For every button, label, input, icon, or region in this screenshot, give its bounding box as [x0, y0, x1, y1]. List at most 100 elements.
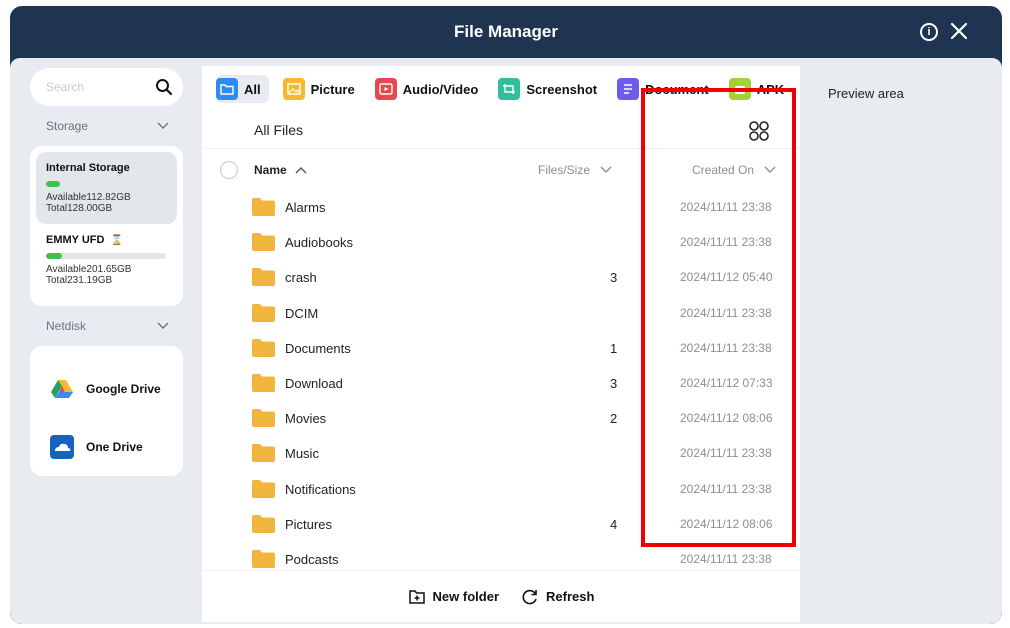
storage-item-usb[interactable]: EMMY UFD ⌛ Available201.65GB Total231.19G…	[36, 224, 177, 296]
folder-icon	[252, 233, 275, 252]
netdisk-item-google-drive[interactable]: Google Drive	[50, 360, 183, 418]
storage-usage-bar	[46, 253, 166, 259]
file-row[interactable]: Podcasts 2024/11/11 23:38	[202, 542, 800, 570]
file-row[interactable]: Audiobooks 2024/11/11 23:38	[202, 225, 800, 260]
chevron-down-icon	[157, 322, 169, 329]
folder-icon	[252, 479, 275, 498]
file-row[interactable]: crash 3 2024/11/12 05:40	[202, 260, 800, 295]
refresh-icon	[522, 589, 537, 604]
tab-audio-video[interactable]: Audio/Video	[374, 75, 485, 103]
file-row[interactable]: Pictures 4 2024/11/12 08:06	[202, 507, 800, 542]
grid-view-icon[interactable]	[748, 120, 770, 142]
storage-total: Total128.00GB	[46, 203, 113, 214]
storage-name: EMMY UFD ⌛	[46, 234, 123, 246]
folder-tab-icon	[216, 78, 238, 100]
file-name: Movies	[285, 411, 327, 427]
file-manager-window: File Manager i Storage Internal Storage	[10, 6, 1002, 624]
path-bar: All Files	[202, 112, 800, 148]
folder-icon	[252, 549, 275, 568]
netdisk-label: Google Drive	[86, 382, 161, 396]
file-count: 3	[610, 270, 618, 286]
file-name: Notifications	[285, 481, 356, 497]
screenshot-icon	[498, 78, 521, 100]
storage-usage-fill	[46, 253, 62, 259]
tab-picture[interactable]: Picture	[282, 75, 361, 103]
netdisk-section-label: Netdisk	[46, 319, 87, 333]
storage-available: Available201.65GB	[46, 264, 132, 275]
netdisk-item-one-drive[interactable]: One Drive	[50, 418, 183, 476]
tab-apk[interactable]: APK	[728, 75, 790, 103]
sort-by-size[interactable]: Files/Size	[538, 163, 612, 177]
file-name: Audiobooks	[285, 235, 353, 251]
netdisk-list: Google Drive One Drive	[30, 346, 183, 476]
storage-item-internal[interactable]: Internal Storage Available112.82GB Total…	[36, 152, 177, 224]
column-header: Name Files/Size Created On	[202, 148, 800, 190]
search-icon[interactable]	[155, 78, 173, 96]
file-name: crash	[285, 270, 317, 286]
title-bar: File Manager i	[10, 6, 1002, 58]
info-icon[interactable]: i	[920, 23, 938, 41]
content-area: Storage Internal Storage Available112.82…	[10, 58, 1002, 624]
file-created-date: 2024/11/12 08:06	[680, 516, 773, 531]
folder-icon	[252, 268, 275, 287]
storage-section-header[interactable]: Storage	[30, 106, 183, 146]
netdisk-section-header[interactable]: Netdisk	[30, 306, 183, 346]
folder-icon	[252, 303, 275, 322]
window-title: File Manager	[454, 22, 558, 41]
folder-icon	[252, 198, 275, 216]
file-row[interactable]: Notifications 2024/11/11 23:38	[202, 472, 800, 507]
tab-screenshot[interactable]: Screenshot	[498, 75, 603, 103]
file-created-date: 2024/11/11 23:38	[680, 446, 772, 461]
storage-available: Available112.82GB	[46, 192, 131, 203]
chevron-down-icon	[600, 166, 612, 173]
sort-by-name[interactable]: Name	[254, 163, 307, 177]
tab-document[interactable]: Document	[617, 75, 715, 103]
file-name: Podcasts	[285, 551, 339, 567]
file-count: 2	[610, 411, 618, 427]
eject-icon[interactable]: ⌛	[110, 235, 122, 246]
folder-icon	[252, 338, 275, 357]
search-box	[30, 68, 183, 106]
sort-by-created-on[interactable]: Created On	[692, 163, 776, 177]
file-created-date: 2024/11/11 23:38	[680, 200, 772, 214]
file-row[interactable]: Music 2024/11/11 23:38	[202, 436, 800, 471]
current-path-label: All Files	[254, 122, 304, 138]
audio-video-icon	[374, 78, 397, 100]
file-created-date: 2024/11/11 23:38	[680, 305, 772, 320]
sidebar: Storage Internal Storage Available112.82…	[30, 68, 183, 476]
folder-icon	[252, 409, 275, 428]
file-count: 4	[610, 516, 618, 532]
new-folder-icon	[408, 589, 425, 604]
file-name: Alarms	[285, 200, 326, 215]
close-icon[interactable]	[948, 20, 970, 42]
bottom-toolbar: New folder Refresh	[202, 570, 800, 622]
new-folder-button[interactable]: New folder	[408, 588, 499, 606]
file-row[interactable]: DCIM 2024/11/11 23:38	[202, 296, 800, 331]
storage-name: Internal Storage	[46, 162, 130, 174]
file-name: Download	[285, 375, 343, 391]
tab-all[interactable]: All	[216, 75, 269, 103]
storage-list: Internal Storage Available112.82GB Total…	[30, 146, 183, 306]
file-row[interactable]: Download 3 2024/11/12 07:33	[202, 366, 800, 401]
category-tabs: All Picture Audio/Video Screenshot Docum…	[202, 66, 800, 112]
select-all-checkbox[interactable]	[220, 161, 238, 179]
folder-icon	[252, 514, 275, 533]
preview-area-label: Preview area	[828, 86, 904, 101]
netdisk-label: One Drive	[86, 440, 143, 454]
folder-icon	[252, 373, 275, 392]
folder-icon	[252, 444, 275, 463]
file-count: 1	[610, 340, 618, 356]
file-row[interactable]: Alarms 2024/11/11 23:38	[202, 190, 800, 225]
chevron-down-icon	[157, 122, 169, 129]
file-row[interactable]: Movies 2 2024/11/12 08:06	[202, 401, 800, 436]
file-created-date: 2024/11/11 23:38	[680, 551, 772, 566]
file-row[interactable]: Documents 1 2024/11/11 23:38	[202, 331, 800, 366]
file-name: Documents	[285, 340, 351, 356]
storage-usage-bar	[46, 181, 166, 187]
search-input[interactable]	[46, 80, 146, 94]
file-name: Pictures	[285, 516, 332, 532]
chevron-up-icon	[295, 167, 307, 174]
storage-section-label: Storage	[46, 119, 89, 133]
document-icon	[617, 78, 640, 100]
refresh-button[interactable]: Refresh	[521, 588, 594, 606]
